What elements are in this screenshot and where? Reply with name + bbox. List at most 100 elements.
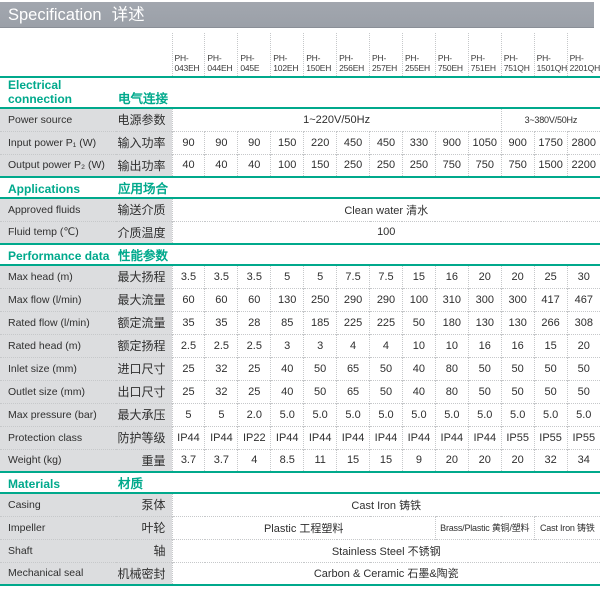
section-title-en: Performance data	[8, 249, 118, 263]
row-label-zh: 额定扬程	[116, 334, 172, 357]
page-title-en: Specification	[8, 6, 102, 24]
row-label-en: Inlet size (mm)	[0, 357, 116, 380]
cell-value: 290	[370, 288, 403, 311]
cell-value: 15	[370, 449, 403, 472]
cell-span-value: 1~220V/50Hz	[172, 108, 501, 131]
cell-value: 32	[205, 380, 238, 403]
table-row: Casing泵体Cast Iron 铸铁	[0, 493, 600, 516]
cell-value: 90	[205, 131, 238, 154]
cell-value: 8.5	[271, 449, 304, 472]
section-header-applications: Applications应用场合	[0, 177, 600, 198]
table-row: Max pressure (bar)最大承压552.05.05.05.05.05…	[0, 403, 600, 426]
table-row: Input power P₁ (W)输入功率909090150220450450…	[0, 131, 600, 154]
table-row: Shaft轴Stainless Steel 不锈钢	[0, 539, 600, 562]
cell-value: 40	[402, 380, 435, 403]
table-row: Weight (kg)重量3.73.748.511151592020203234	[0, 449, 600, 472]
row-label-en: Outlet size (mm)	[0, 380, 116, 403]
cell-value: IP44	[402, 426, 435, 449]
column-header-model: PH- 150EH	[304, 33, 337, 77]
cell-value: 3	[271, 334, 304, 357]
cell-value: 220	[304, 131, 337, 154]
cell-span-value: Cast Iron 铸铁	[172, 493, 600, 516]
column-header-model: PH- 044EH	[205, 33, 238, 77]
cell-value: 5	[271, 265, 304, 288]
cell-value: 300	[501, 288, 534, 311]
cell-value: 2.5	[172, 334, 205, 357]
page-title-zh: 详述	[112, 6, 145, 24]
cell-value: 25	[238, 357, 271, 380]
cell-value: 50	[534, 380, 567, 403]
cell-value: IP44	[271, 426, 304, 449]
column-header-model: PH- 751EH	[468, 33, 501, 77]
column-header-model: PH- 257EH	[370, 33, 403, 77]
cell-span-value: Clean water 清水	[172, 198, 600, 221]
section-header-cell: Materials材质	[0, 472, 600, 493]
section-title-zh: 材质	[118, 477, 143, 491]
section-header-performance-data: Performance data性能参数	[0, 244, 600, 265]
cell-value: 3	[304, 334, 337, 357]
cell-value: 185	[304, 311, 337, 334]
cell-value: 5.0	[534, 403, 567, 426]
cell-value: 50	[304, 380, 337, 403]
cell-value: 330	[402, 131, 435, 154]
cell-value: 15	[534, 334, 567, 357]
cell-value: 34	[567, 449, 600, 472]
page-title: Specification 详述	[0, 2, 594, 28]
row-label-zh: 输出功率	[116, 154, 172, 177]
cell-value: 50	[370, 357, 403, 380]
cell-value: 40	[271, 380, 304, 403]
section-title-en: Materials	[8, 477, 118, 491]
cell-value: 4	[370, 334, 403, 357]
cell-value: 4	[337, 334, 370, 357]
column-header-model: PH- 750EH	[435, 33, 468, 77]
row-label-en: Approved fluids	[0, 198, 116, 221]
cell-value: 25	[238, 380, 271, 403]
cell-value: 40	[205, 154, 238, 177]
cell-value: 310	[435, 288, 468, 311]
cell-value: 10	[435, 334, 468, 357]
row-label-zh: 最大流量	[116, 288, 172, 311]
section-title-zh: 性能参数	[118, 249, 168, 263]
row-label-zh: 叶轮	[116, 516, 172, 539]
column-header-model: PH- 751QH	[501, 33, 534, 77]
row-label-zh: 防护等级	[116, 426, 172, 449]
cell-value: 5.0	[304, 403, 337, 426]
cell-value: IP44	[370, 426, 403, 449]
row-label-en: Casing	[0, 493, 116, 516]
cell-value: 60	[172, 288, 205, 311]
section-header-cell: Performance data性能参数	[0, 244, 600, 265]
cell-value: IP44	[304, 426, 337, 449]
cell-value: 130	[501, 311, 534, 334]
row-label-zh: 介质温度	[116, 221, 172, 244]
row-label-zh: 输送介质	[116, 198, 172, 221]
cell-value: 300	[468, 288, 501, 311]
cell-value: 450	[370, 131, 403, 154]
row-label-en: Shaft	[0, 539, 116, 562]
cell-value: 80	[435, 357, 468, 380]
row-label-en: Max flow (l/min)	[0, 288, 116, 311]
table-row: Output power P₂ (W)输出功率40404010015025025…	[0, 154, 600, 177]
cell-value: 5.0	[402, 403, 435, 426]
row-label-zh: 机械密封	[116, 562, 172, 585]
cell-value: 3.5	[205, 265, 238, 288]
table-row: Max head (m)最大扬程3.53.53.5557.57.51516202…	[0, 265, 600, 288]
cell-value: 450	[337, 131, 370, 154]
cell-value: 40	[271, 357, 304, 380]
cell-value: 16	[468, 334, 501, 357]
cell-value: 50	[468, 380, 501, 403]
column-header-model: PH- 256EH	[337, 33, 370, 77]
cell-value: 225	[370, 311, 403, 334]
cell-value: 15	[337, 449, 370, 472]
cell-value: 1050	[468, 131, 501, 154]
cell-value: 290	[337, 288, 370, 311]
cell-span-value: 3~380V/50Hz	[501, 108, 600, 131]
cell-value: 85	[271, 311, 304, 334]
table-row: Approved fluids输送介质Clean water 清水	[0, 198, 600, 221]
cell-value: 7.5	[337, 265, 370, 288]
column-header-model: PH- 255EH	[402, 33, 435, 77]
cell-value: 5.0	[435, 403, 468, 426]
cell-value: 80	[435, 380, 468, 403]
cell-value: 7.5	[370, 265, 403, 288]
cell-value: 50	[567, 380, 600, 403]
cell-value: IP55	[501, 426, 534, 449]
